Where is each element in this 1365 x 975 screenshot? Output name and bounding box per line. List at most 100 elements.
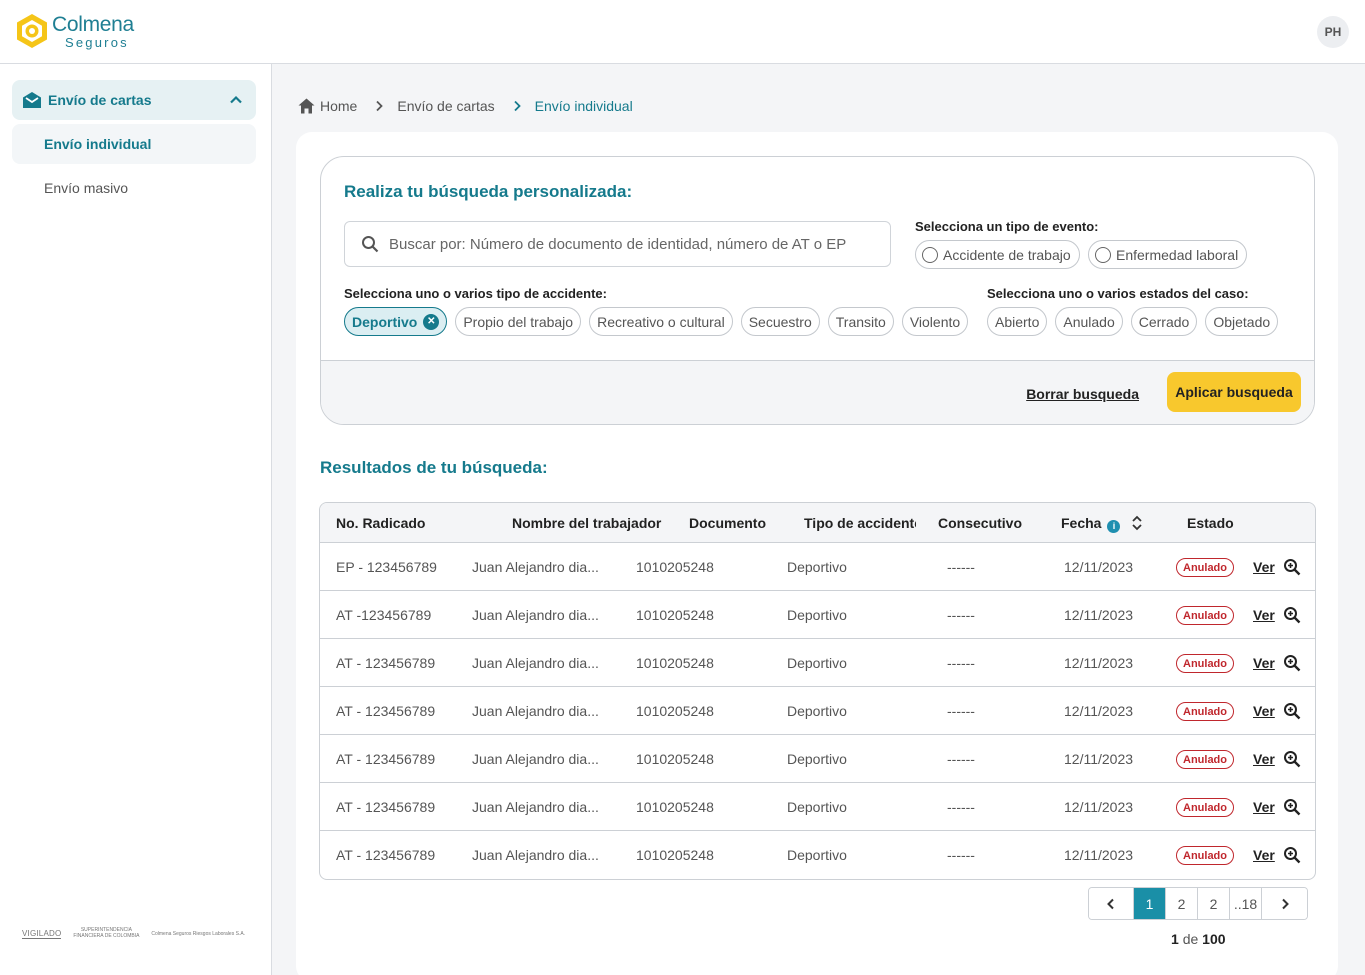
cell-consecutivo: ------ — [947, 751, 975, 767]
cell-nombre: Juan Alejandro dia... — [472, 559, 599, 575]
chip-objetado[interactable]: Objetado — [1205, 307, 1279, 336]
chevron-up-icon[interactable] — [228, 92, 244, 108]
sort-icon[interactable] — [1130, 514, 1144, 532]
sidebar-item-envio-individual[interactable]: Envío individual — [12, 124, 256, 164]
status-badge: Anulado — [1176, 750, 1234, 769]
sidebar: Envío de cartas Envío individual Envío m… — [0, 64, 272, 975]
cell-consecutivo: ------ — [947, 799, 975, 815]
zoom-in-icon[interactable] — [1283, 606, 1301, 624]
status-badge: Anulado — [1176, 798, 1234, 817]
pagination-of: de — [1182, 931, 1199, 947]
user-avatar[interactable]: PH — [1317, 16, 1349, 48]
status-badge: Anulado — [1176, 606, 1234, 625]
status-badge: Anulado — [1176, 558, 1234, 577]
sidebar-group-envio-de-cartas[interactable]: Envío de cartas — [12, 80, 256, 120]
pagination-page-last[interactable]: ..18 — [1230, 888, 1262, 919]
vigilado-label: VIGILADO — [22, 928, 62, 939]
chevron-left-icon — [1107, 898, 1114, 909]
accident-type-label: Selecciona uno o varios tipo de accident… — [344, 286, 607, 301]
view-link[interactable]: Ver — [1253, 751, 1275, 767]
cell-consecutivo: ------ — [947, 847, 975, 863]
pagination-page-2b[interactable]: 2 — [1198, 888, 1230, 919]
event-type-label: Selecciona un tipo de evento: — [915, 219, 1099, 234]
zoom-in-icon[interactable] — [1283, 846, 1301, 864]
radio-enfermedad-laboral[interactable]: Enfermedad laboral — [1088, 240, 1248, 269]
column-header-consecutivo: Consecutivo — [938, 515, 1023, 531]
pagination-next[interactable] — [1262, 888, 1307, 919]
zoom-in-icon[interactable] — [1283, 750, 1301, 768]
zoom-in-icon[interactable] — [1283, 654, 1301, 672]
radio-label: Accidente de trabajo — [943, 246, 1071, 263]
search-icon — [362, 236, 379, 253]
zoom-in-icon[interactable] — [1283, 702, 1301, 720]
clear-search-link[interactable]: Borrar busqueda — [1026, 386, 1139, 402]
search-panel: Realiza tu búsqueda personalizada: Selec… — [320, 156, 1315, 425]
cell-nombre: Juan Alejandro dia... — [472, 655, 599, 671]
info-icon[interactable]: i — [1107, 520, 1121, 533]
view-link[interactable]: Ver — [1253, 655, 1275, 671]
chip-recreativo-o-cultural[interactable]: Recreativo o cultural — [589, 307, 733, 336]
search-input[interactable] — [389, 235, 879, 253]
apply-search-button[interactable]: Aplicar busqueda — [1167, 372, 1301, 412]
breadcrumb-home[interactable]: Home — [320, 98, 357, 114]
chip-propio-del-trabajo[interactable]: Propio del trabajo — [455, 307, 582, 336]
cell-fecha: 12/11/2023 — [1064, 703, 1134, 719]
radio-circle-icon — [1095, 246, 1111, 263]
logo-subtitle: Seguros — [65, 34, 129, 50]
view-link[interactable]: Ver — [1253, 559, 1275, 575]
cell-fecha: 12/11/2023 — [1064, 607, 1134, 623]
zoom-in-icon[interactable] — [1283, 558, 1301, 576]
search-actions-bar: Borrar busqueda Aplicar busqueda — [321, 360, 1314, 424]
case-state-label: Selecciona uno o varios estados del caso… — [987, 286, 1249, 301]
cell-documento: 1010205248 — [636, 799, 714, 815]
chip-transito[interactable]: Transito — [827, 307, 894, 336]
pagination-prev[interactable] — [1089, 888, 1134, 919]
pagination-page-2[interactable]: 2 — [1166, 888, 1198, 919]
cell-nombre: Juan Alejandro dia... — [472, 607, 599, 623]
breadcrumb-envio-de-cartas[interactable]: Envío de cartas — [397, 98, 494, 114]
colmena-logo[interactable]: Colmena Seguros — [14, 12, 134, 50]
chip-secuestro[interactable]: Secuestro — [740, 307, 820, 336]
cell-fecha: 12/11/2023 — [1064, 559, 1134, 575]
vigilado-footer: VIGILADO SUPERINTENDENCIA FINANCIERA DE … — [22, 927, 246, 939]
cell-radicado: EP - 123456789 — [336, 559, 437, 575]
honeycomb-logo-icon — [17, 14, 47, 48]
envelope-icon — [23, 92, 41, 108]
company-label: Colmena Seguros Riesgos Laborales S.A. — [151, 930, 246, 937]
zoom-in-icon[interactable] — [1283, 798, 1301, 816]
top-header: Colmena Seguros PH — [0, 0, 1365, 64]
radio-accidente-de-trabajo[interactable]: Accidente de trabajo — [915, 240, 1080, 269]
table-row: AT - 123456789 Juan Alejandro dia... 10102… — [320, 735, 1315, 783]
column-header-documento: Documento — [689, 515, 766, 531]
radio-label: Enfermedad laboral — [1116, 246, 1239, 263]
view-link[interactable]: Ver — [1253, 799, 1275, 815]
home-icon — [298, 98, 315, 114]
pagination-summary: 1 de 100 — [1171, 931, 1226, 947]
chip-cerrado[interactable]: Cerrado — [1130, 307, 1198, 336]
cell-documento: 1010205248 — [636, 655, 714, 671]
chip-anulado[interactable]: Anulado — [1055, 307, 1123, 336]
current-page: 1 — [1171, 931, 1179, 947]
cell-documento: 1010205248 — [636, 751, 714, 767]
total-pages: 100 — [1202, 931, 1226, 947]
chip-deportivo[interactable]: Deportivo ✕ — [344, 307, 448, 336]
table-row: EP - 123456789 Juan Alejandro dia... 10102… — [320, 543, 1315, 591]
sidebar-item-envio-masivo[interactable]: Envío masivo — [12, 168, 256, 208]
sidebar-group-label: Envío de cartas — [48, 92, 152, 108]
chip-abierto[interactable]: Abierto — [987, 307, 1048, 336]
cell-radicado: AT - 123456789 — [336, 703, 436, 719]
results-title: Resultados de tu búsqueda: — [320, 458, 548, 477]
cell-fecha: 12/11/2023 — [1064, 799, 1134, 815]
view-link[interactable]: Ver — [1253, 847, 1275, 863]
cell-tipo: Deportivo — [787, 847, 847, 863]
cell-tipo: Deportivo — [787, 559, 847, 575]
pagination-page-1[interactable]: 1 — [1134, 888, 1166, 919]
search-field[interactable] — [344, 221, 891, 267]
cell-radicado: AT -123456789 — [336, 607, 432, 623]
remove-chip-icon[interactable]: ✕ — [423, 313, 440, 330]
view-link[interactable]: Ver — [1253, 703, 1275, 719]
cell-radicado: AT - 123456789 — [336, 799, 436, 815]
chevron-right-icon — [1281, 898, 1289, 909]
chip-violento[interactable]: Violento — [901, 307, 969, 336]
view-link[interactable]: Ver — [1253, 607, 1275, 623]
